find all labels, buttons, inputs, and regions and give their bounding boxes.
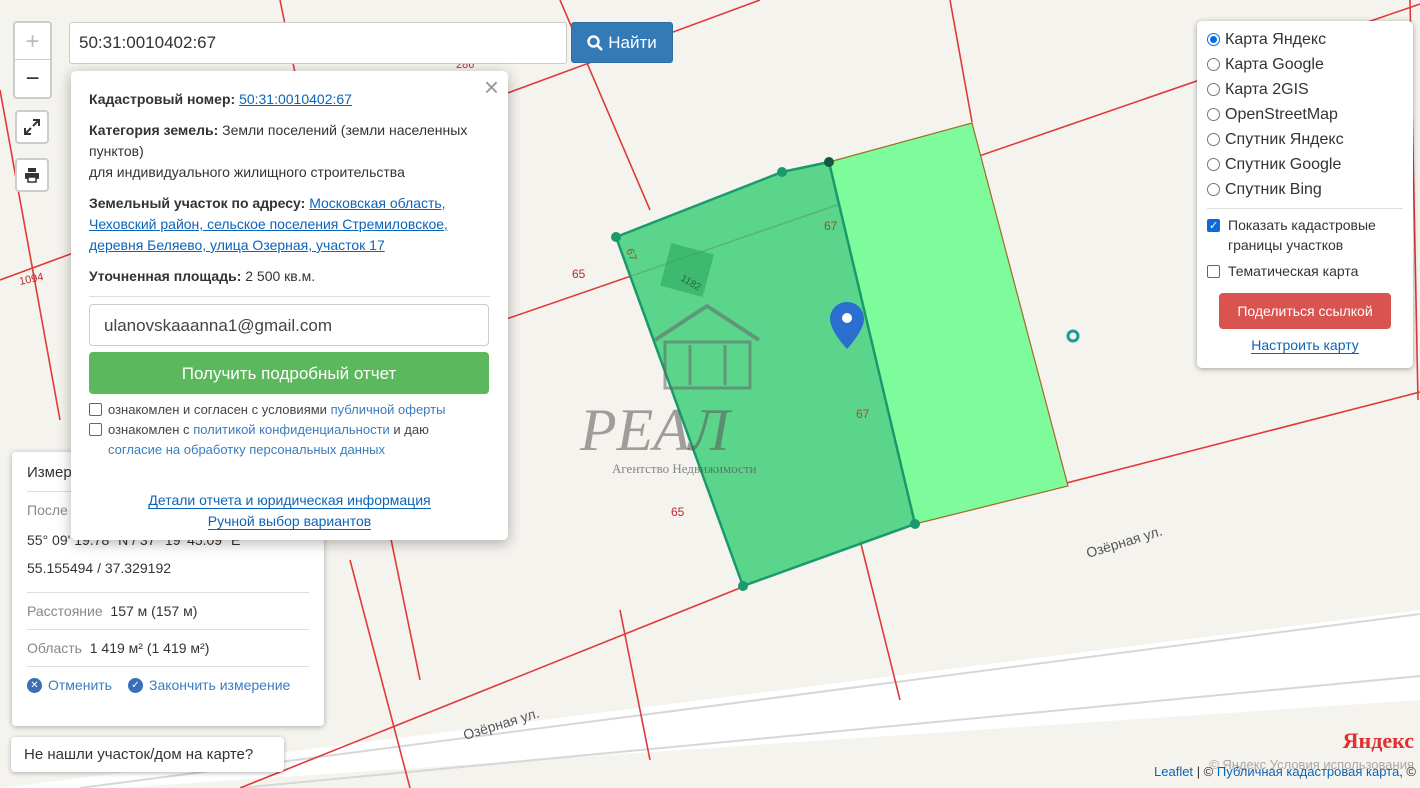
watermark-subtitle: Агентство Недвижимости — [612, 461, 757, 476]
close-circle-icon: ✕ — [27, 677, 42, 693]
share-link-button[interactable]: Поделиться ссылкой — [1219, 293, 1391, 329]
layer-label: Карта 2GIS — [1225, 80, 1309, 98]
radio-icon — [1207, 108, 1220, 121]
show-borders-label: Показать кадастровые границы участков — [1228, 217, 1376, 253]
layer-option[interactable]: Карта Google — [1207, 52, 1403, 77]
layers-panel: Карта Яндекс Карта Google Карта 2GIS Ope… — [1197, 21, 1413, 368]
attribution-tail: , © — [1399, 764, 1416, 779]
leaflet-link[interactable]: Leaflet — [1154, 764, 1193, 779]
pkk-link[interactable]: Публичная кадастровая карта — [1217, 764, 1399, 779]
measure-coords-dec: 55.155494 / 37.329192 — [27, 560, 172, 576]
search-button[interactable]: Найти — [571, 22, 673, 63]
layer-label: OpenStreetMap — [1225, 105, 1338, 123]
thematic-option[interactable]: Тематическая карта — [1207, 261, 1403, 281]
layer-label: Спутник Google — [1225, 155, 1342, 173]
layer-label: Спутник Яндекс — [1225, 130, 1344, 148]
printer-icon — [25, 168, 39, 183]
measure-cancel-label: Отменить — [48, 677, 112, 693]
layer-label: Карта Google — [1225, 55, 1324, 73]
email-field[interactable]: ulanovskaaanna1@gmail.com — [89, 304, 489, 346]
radio-icon — [1207, 183, 1220, 196]
thematic-label: Тематическая карта — [1228, 263, 1359, 279]
print-button[interactable] — [15, 158, 49, 192]
privacy-link[interactable]: политикой конфиденциальности — [193, 422, 390, 437]
search-input[interactable]: 50:31:0010402:67 — [69, 22, 567, 64]
get-report-button[interactable]: Получить подробный отчет — [89, 352, 489, 394]
search-button-label: Найти — [608, 32, 657, 52]
not-found-button[interactable]: Не нашли участок/дом на карте? — [11, 737, 284, 772]
watermark-title: РЕАЛ — [579, 397, 733, 463]
email-value: ulanovskaaanna1@gmail.com — [104, 315, 332, 335]
radio-icon — [1207, 133, 1220, 146]
radio-icon — [1207, 83, 1220, 96]
show-borders-option[interactable]: Показать кадастровые границы участков — [1207, 215, 1403, 255]
layer-option[interactable]: Карта 2GIS — [1207, 77, 1403, 102]
map-label: 65 — [572, 267, 586, 281]
offer-link[interactable]: публичной оферты — [331, 402, 446, 417]
category-use: для индивидуального жилищного строительс… — [89, 164, 405, 180]
measure-area-label: Область — [27, 640, 82, 656]
category-label: Категория земель: — [89, 122, 219, 138]
privacy-consent-row: ознакомлен с политикой конфиденциальност… — [89, 420, 490, 460]
measure-distance-label: Расстояние — [27, 603, 103, 619]
parcel-info-popup: × Кадастровый номер: 50:31:0010402:67 Ка… — [71, 71, 508, 540]
area-label: Уточненная площадь: — [89, 268, 242, 284]
measure-area-value: 1 419 м² (1 419 м²) — [89, 640, 210, 656]
zoom-out-button[interactable]: − — [15, 60, 50, 97]
radio-icon — [1207, 33, 1220, 46]
privacy-tail: и даю — [393, 422, 429, 437]
attribution-sep: | © — [1196, 764, 1214, 779]
personal-data-link[interactable]: согласие на обработку персональных данны… — [108, 442, 385, 457]
privacy-text: ознакомлен с — [108, 422, 190, 437]
map-label: 67 — [856, 407, 870, 421]
zoom-control: + − — [13, 21, 52, 99]
cadastral-number-link[interactable]: 50:31:0010402:67 — [239, 91, 352, 107]
measure-distance-value: 157 м (157 м) — [110, 603, 198, 619]
layer-label: Спутник Bing — [1225, 180, 1322, 198]
map-label: 65 — [671, 505, 685, 519]
area-value: 2 500 кв.м. — [245, 268, 316, 284]
layer-option[interactable]: Спутник Яндекс — [1207, 127, 1403, 152]
yandex-logo: Яндекс — [1342, 728, 1414, 753]
offer-checkbox[interactable] — [89, 403, 102, 416]
layer-option[interactable]: Карта Яндекс — [1207, 27, 1403, 52]
checkbox-icon — [1207, 216, 1220, 236]
radio-icon — [1207, 158, 1220, 171]
checkbox-icon — [1207, 265, 1220, 278]
popup-close-icon[interactable]: × — [484, 74, 499, 100]
radio-icon — [1207, 58, 1220, 71]
zoom-in-button[interactable]: + — [15, 23, 50, 60]
measure-cancel-button[interactable]: ✕ Отменить — [27, 677, 112, 693]
check-circle-icon: ✓ — [127, 677, 143, 693]
report-details-link[interactable]: Детали отчета и юридическая информация — [148, 492, 431, 509]
cadastral-label: Кадастровый номер: — [89, 91, 236, 107]
measure-finish-button[interactable]: ✓ Закончить измерение — [127, 677, 291, 693]
offer-consent-row: ознакомлен и согласен с условиями публич… — [89, 400, 490, 420]
map-label: 67 — [824, 219, 838, 233]
search-icon — [587, 34, 604, 51]
address-label: Земельный участок по адресу: — [89, 195, 306, 211]
search-input-value: 50:31:0010402:67 — [79, 33, 217, 52]
layer-label: Карта Яндекс — [1225, 30, 1327, 48]
expand-icon — [24, 119, 40, 135]
layer-option[interactable]: OpenStreetMap — [1207, 102, 1403, 127]
manual-selection-link[interactable]: Ручной выбор вариантов — [207, 513, 372, 530]
offer-text: ознакомлен и согласен с условиями — [108, 402, 327, 417]
privacy-checkbox[interactable] — [89, 423, 102, 436]
measure-finish-label: Закончить измерение — [148, 677, 291, 693]
configure-map-link[interactable]: Настроить карту — [1251, 337, 1359, 354]
layer-option[interactable]: Спутник Bing — [1207, 177, 1403, 202]
layer-option[interactable]: Спутник Google — [1207, 152, 1403, 177]
fullscreen-button[interactable] — [15, 110, 49, 144]
attribution: Leaflet | © Публичная кадастровая карта,… — [1154, 764, 1416, 779]
